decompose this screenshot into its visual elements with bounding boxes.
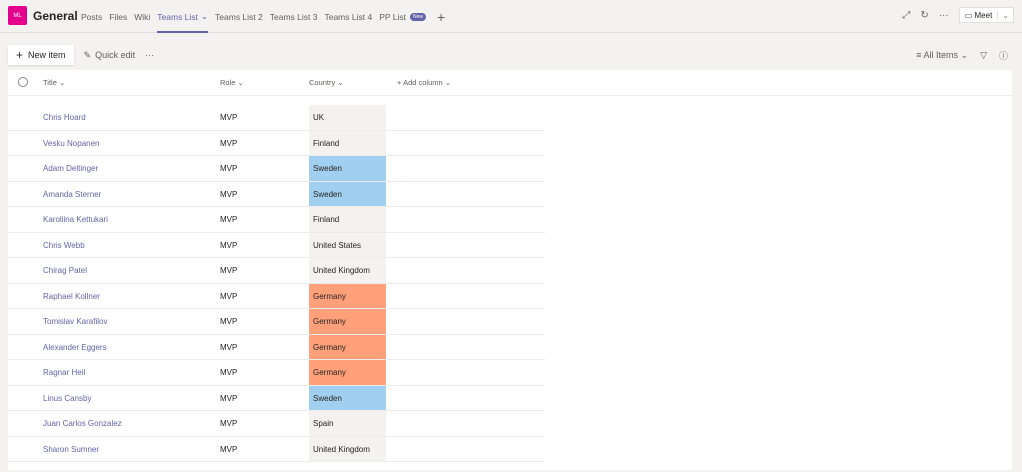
tab-teams-list-3[interactable]: Teams List 3 bbox=[270, 0, 318, 33]
title-link[interactable]: Ragnar Heil bbox=[43, 368, 85, 377]
role-cell: MVP bbox=[220, 215, 238, 224]
title-link[interactable]: Chris Webb bbox=[43, 241, 85, 250]
expand-icon[interactable]: ⤢ bbox=[902, 10, 910, 21]
title-link[interactable]: Karoliina Kettukari bbox=[43, 215, 108, 224]
table-row[interactable]: Chris Webb MVP United States bbox=[8, 232, 545, 258]
table-row[interactable]: Linus Cansby MVP Sweden bbox=[8, 385, 545, 411]
role-cell: MVP bbox=[220, 444, 238, 454]
meet-button[interactable]: ▭ Meet ⌄ bbox=[958, 7, 1014, 23]
role-cell: MVP bbox=[220, 419, 238, 428]
country-cell: Finland bbox=[309, 130, 386, 155]
table-row[interactable]: Adam Deltinger MVP Sweden bbox=[8, 156, 545, 182]
quick-edit-button[interactable]: ✎ Quick edit bbox=[84, 50, 136, 61]
country-cell: Sweden bbox=[309, 385, 386, 410]
role-cell: MVP bbox=[220, 164, 238, 173]
table-row[interactable]: Sharon Sumner MVP United Kingdom bbox=[8, 436, 545, 462]
role-cell: MVP bbox=[220, 138, 238, 148]
tab-wiki[interactable]: Wiki bbox=[134, 0, 150, 33]
role-cell: MVP bbox=[220, 189, 238, 199]
tab-teams-list[interactable]: Teams List ⌄ bbox=[157, 0, 208, 33]
column-role[interactable]: Role ⌄ bbox=[220, 78, 244, 87]
table-row[interactable]: Ragnar Heil MVP Germany bbox=[8, 360, 545, 386]
country-cell: Sweden bbox=[309, 156, 386, 181]
chevron-down-icon[interactable]: ⌄ bbox=[997, 10, 1013, 20]
title-link[interactable]: Vesku Nopanen bbox=[43, 139, 100, 148]
role-cell: MVP bbox=[220, 240, 238, 250]
title-link[interactable]: Tomislav Karafilov bbox=[43, 317, 107, 326]
list-header: Title ⌄ Role ⌄ Country ⌄ + Add column ⌄ bbox=[8, 70, 1012, 96]
new-item-button[interactable]: + New item bbox=[8, 45, 74, 65]
table-row[interactable]: Chirag Patel MVP United Kingdom bbox=[8, 258, 545, 284]
title-link[interactable]: Amanda Sterner bbox=[43, 190, 101, 199]
video-icon: ▭ bbox=[964, 10, 973, 20]
country-cell: UK bbox=[309, 105, 386, 130]
column-title[interactable]: Title ⌄ bbox=[43, 78, 65, 87]
select-all-checkbox[interactable] bbox=[18, 77, 28, 87]
refresh-icon[interactable]: ↻ bbox=[920, 10, 928, 21]
country-cell: United States bbox=[309, 232, 386, 257]
add-tab-icon[interactable]: + bbox=[437, 9, 445, 25]
table-row[interactable]: Juan Carlos Gonzalez MVP Spain bbox=[8, 411, 545, 437]
tab-bar: Posts Files Wiki Teams List ⌄ Teams List 2 Tea… bbox=[81, 0, 445, 33]
title-link[interactable]: Chirag Patel bbox=[43, 266, 87, 275]
more-icon[interactable]: ··· bbox=[939, 10, 949, 21]
tab-teams-list-4[interactable]: Teams List 4 bbox=[324, 0, 372, 33]
table-row[interactable]: Chris Hoard MVP UK bbox=[8, 105, 545, 131]
list-view: Title ⌄ Role ⌄ Country ⌄ + Add column ⌄ … bbox=[8, 70, 1012, 470]
country-cell: Spain bbox=[309, 411, 386, 436]
title-link[interactable]: Raphael Kollner bbox=[43, 292, 100, 301]
role-cell: MVP bbox=[220, 113, 238, 122]
table-row[interactable]: Amanda Sterner MVP Sweden bbox=[8, 181, 545, 207]
view-selector[interactable]: ≡ All Items ⌄ bbox=[916, 50, 968, 61]
country-cell: United Kingdom bbox=[309, 258, 386, 283]
country-cell: Finland bbox=[309, 207, 386, 232]
title-link[interactable]: Linus Cansby bbox=[43, 394, 91, 403]
tab-files[interactable]: Files bbox=[109, 0, 127, 33]
title-link[interactable]: Chris Hoard bbox=[43, 113, 86, 122]
table-row[interactable]: Tomislav Karafilov MVP Germany bbox=[8, 309, 545, 335]
role-cell: MVP bbox=[220, 317, 238, 326]
column-country[interactable]: Country ⌄ bbox=[309, 78, 344, 87]
country-cell: Germany bbox=[309, 334, 386, 359]
country-cell: Sweden bbox=[309, 181, 386, 206]
role-cell: MVP bbox=[220, 393, 238, 403]
role-cell: MVP bbox=[220, 266, 238, 275]
country-cell: Germany bbox=[309, 360, 386, 385]
top-bar: ML General Posts Files Wiki Teams List ⌄ Team… bbox=[0, 0, 1022, 33]
country-cell: United Kingdom bbox=[309, 436, 386, 461]
channel-title: General bbox=[33, 9, 78, 23]
plus-icon: + bbox=[16, 48, 24, 62]
table-row[interactable]: Vesku Nopanen MVP Finland bbox=[8, 130, 545, 156]
add-column-button[interactable]: + Add column ⌄ bbox=[397, 78, 451, 87]
country-cell: Germany bbox=[309, 309, 386, 334]
tab-teams-list-2[interactable]: Teams List 2 bbox=[215, 0, 263, 33]
role-cell: MVP bbox=[220, 368, 238, 377]
table-row[interactable]: Raphael Kollner MVP Germany bbox=[8, 283, 545, 309]
title-link[interactable]: Adam Deltinger bbox=[43, 164, 98, 173]
tab-posts[interactable]: Posts bbox=[81, 0, 102, 33]
title-link[interactable]: Sharon Sumner bbox=[43, 445, 99, 454]
chevron-down-icon: ⌄ bbox=[200, 11, 209, 21]
list-icon: ≡ bbox=[916, 50, 922, 60]
title-link[interactable]: Juan Carlos Gonzalez bbox=[43, 419, 122, 428]
pencil-icon: ✎ bbox=[83, 49, 92, 60]
role-cell: MVP bbox=[220, 342, 238, 352]
new-badge: New bbox=[409, 12, 426, 21]
filter-icon[interactable]: ▽ bbox=[980, 50, 987, 61]
info-icon[interactable]: ⓘ bbox=[999, 49, 1008, 62]
title-link[interactable]: Alexander Eggers bbox=[43, 343, 107, 352]
team-avatar: ML bbox=[8, 6, 27, 25]
table-row[interactable]: Karoliina Kettukari MVP Finland bbox=[8, 207, 545, 233]
country-cell: Germany bbox=[309, 283, 386, 308]
role-cell: MVP bbox=[220, 291, 238, 301]
tab-pp-list[interactable]: PP List New bbox=[379, 0, 426, 33]
table-row[interactable]: Alexander Eggers MVP Germany bbox=[8, 334, 545, 360]
more-commands-button[interactable]: ··· bbox=[145, 50, 154, 60]
